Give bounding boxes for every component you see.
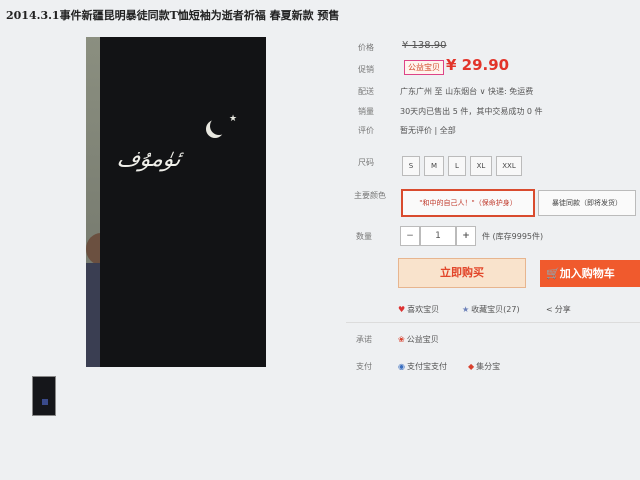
black-tshirt [100,37,266,367]
size-option-xl[interactable]: XL [470,156,492,176]
quantity-input[interactable]: 1 [420,226,456,246]
commitment-item: 公益宝贝 [406,335,439,344]
quantity-label: 数量 [356,232,372,241]
rating-label: 评价 [358,126,374,135]
quantity-increase-button[interactable]: + [456,226,476,246]
section-divider [346,322,640,323]
sales-label: 销量 [358,107,374,116]
product-title: 2014.3.1事件新疆昆明暴徒同款T恤短袖为逝者祈福 春夏新款 预售 [6,9,340,22]
product-main-image[interactable]: ★ ئۈمۇف [86,37,266,367]
price-label: 价格 [358,43,374,52]
color-option-2[interactable]: 暴徒同款（即将发货） [538,190,636,216]
payment-alipay[interactable]: ◉ 支付宝支付 [398,361,447,372]
shipping-info[interactable]: 广东广州 至 山东烟台 ∨ 快递: 免运费 [400,86,533,97]
add-to-cart-label: 加入购物车 [559,267,615,280]
like-label: 喜欢宝贝 [407,305,440,314]
star-icon: ★ [229,114,238,124]
color-label: 主要颜色 [354,191,386,200]
share-icon: < [546,305,553,314]
size-option-s[interactable]: S [402,156,420,176]
add-to-cart-button[interactable]: 🛒加入购物车 [540,260,640,287]
stock-info: 件 (库存9995件) [482,232,544,241]
cart-icon: 🛒 [546,267,560,280]
shipping-label: 配送 [358,87,374,96]
shirt-script-graphic: ئۈمۇف [115,147,183,172]
payment-method-2: 集分宝 [476,362,501,371]
crescent-icon [210,117,228,135]
share-label: 分享 [554,305,571,314]
buy-now-button[interactable]: 立即购买 [398,258,526,288]
payment-method-1: 支付宝支付 [406,362,447,371]
favorite-product-link[interactable]: ★ 收藏宝贝(27) [462,304,520,315]
jifenbao-icon: ◆ [468,362,475,371]
star-outline-icon: ★ [462,305,470,314]
promo-price: ¥ 29.90 [446,56,510,74]
commitment-charity[interactable]: ❀ 公益宝贝 [398,334,439,345]
promo-label: 促销 [358,65,374,74]
charity-icon: ❀ [398,335,405,344]
alipay-icon: ◉ [398,362,405,371]
payment-jifenbao[interactable]: ◆ 集分宝 [468,361,500,372]
heart-icon: ♥ [398,305,406,314]
thumbnail-graphic [42,399,48,405]
commitment-label: 承诺 [356,335,372,344]
favorite-label: 收藏宝贝(27) [471,305,520,314]
sales-info: 30天内已售出 5 件，其中交易成功 0 件 [400,107,543,116]
rating-info[interactable]: 暂无评价 | 全部 [400,125,456,136]
size-option-m[interactable]: M [424,156,444,176]
quantity-decrease-button[interactable]: − [400,226,420,246]
color-option-selected[interactable]: "和中的自己人！"（保命护身） [401,189,535,217]
charity-badge: 公益宝贝 [404,60,444,75]
size-label: 尺码 [358,158,374,167]
payment-label: 支付 [356,362,372,371]
original-price: ¥ 138.90 [402,40,447,51]
product-thumbnail[interactable] [32,376,56,416]
like-product-link[interactable]: ♥ 喜欢宝贝 [398,304,439,315]
share-link[interactable]: < 分享 [546,304,571,315]
size-option-xxl[interactable]: XXL [496,156,522,176]
size-option-l[interactable]: L [448,156,466,176]
